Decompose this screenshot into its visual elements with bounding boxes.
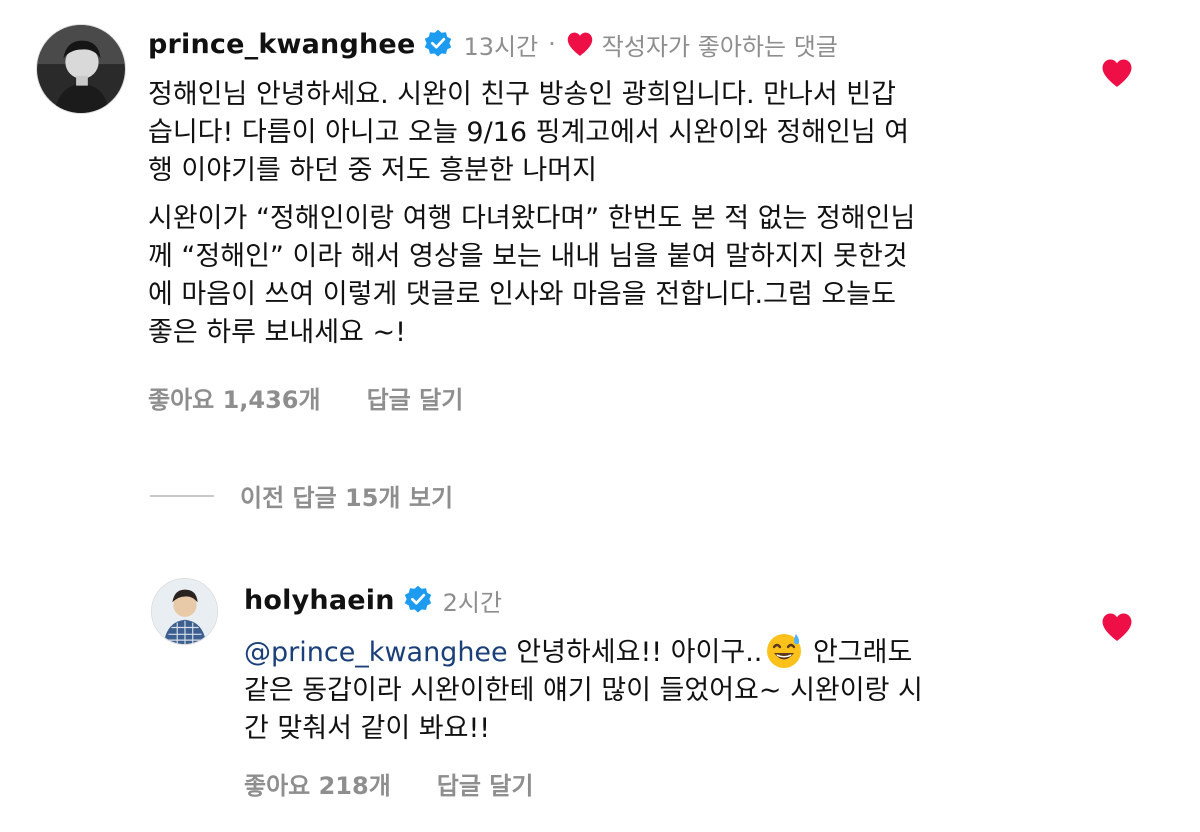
heart-filled-icon: [1102, 613, 1132, 641]
reply-text: @prince_kwanghee 안녕하세요!! 아이구.. 안그래도 같은 동…: [244, 630, 1094, 748]
reply-button[interactable]: 답글 달기: [437, 766, 534, 801]
likes-count-button[interactable]: 좋아요 1,436개: [148, 380, 321, 415]
avatar-photo: [152, 579, 217, 644]
mention-link[interactable]: @prince_kwanghee: [244, 637, 508, 668]
separator-dot: ·: [548, 30, 556, 58]
comment-header: prince_kwanghee 13시간 · 작성자가 좋아하는 댓글: [148, 24, 838, 64]
comment-line: 에 마음이 쓰여 이렇게 댓글로 인사와 마음을 전합니다.그럼 오늘도: [148, 279, 896, 310]
comment-line: 습니다! 다름이 아니고 오늘 9/16 핑계고에서 시완이와 정해인님 여: [148, 117, 910, 148]
avatar[interactable]: [36, 24, 126, 114]
comment-line: 같은 동갑이라 시완이한테 얘기 많이 들었어요~ 시완이랑 시: [244, 675, 923, 706]
comment-time: 2시간: [442, 588, 503, 617]
avatar-photo: [37, 25, 125, 113]
like-button[interactable]: [1100, 612, 1134, 642]
reply-text-part: 안녕하세요!! 아이구..: [507, 637, 763, 668]
comment-line: 간 맞춰서 같이 봐요!!: [244, 713, 491, 744]
comment-text-paragraph-1: 정해인님 안녕하세요. 시완이 친구 방송인 광희입니다. 만나서 빈갑 습니다…: [148, 76, 1048, 190]
view-previous-replies-button[interactable]: 이전 답글 15개 보기: [150, 478, 453, 513]
divider-line: [150, 494, 214, 497]
like-button[interactable]: [1100, 58, 1134, 88]
comment-line: 께 “정해인” 이라 해서 영상을 보는 내내 님을 붙여 말하지지 못한것: [148, 241, 908, 272]
comment-line: 시완이가 “정해인이랑 여행 다녀왔다며” 한번도 본 적 없는 정해인님: [148, 203, 916, 234]
comment-line: 행 이야기를 하던 중 저도 흥분한 나머지: [148, 155, 597, 186]
comment-line: 좋은 하루 보내세요 ~!: [148, 317, 406, 348]
comment-text-paragraph-2: 시완이가 “정해인이랑 여행 다녀왔다며” 한번도 본 적 없는 정해인님 께 …: [148, 200, 1048, 352]
comment-actions: 좋아요 218개 답글 달기: [244, 766, 533, 801]
reply-text-part: 안그래도: [804, 637, 913, 668]
creator-liked-label: 작성자가 좋아하는 댓글: [601, 32, 838, 61]
reply-button[interactable]: 답글 달기: [367, 380, 464, 415]
comment-actions: 좋아요 1,436개 답글 달기: [148, 380, 463, 415]
sweat-smile-emoji-icon: [764, 630, 804, 670]
comment-time: 13시간: [463, 32, 539, 61]
comment-header: holyhaein 2시간: [244, 580, 502, 620]
username[interactable]: prince_kwanghee: [148, 29, 415, 60]
likes-count-button[interactable]: 좋아요 218개: [244, 766, 391, 801]
heart-filled-icon: [566, 31, 594, 57]
avatar[interactable]: [151, 578, 218, 645]
comment-line: 정해인님 안녕하세요. 시완이 친구 방송인 광희입니다. 만나서 빈갑: [148, 79, 896, 110]
comment-line: @prince_kwanghee 안녕하세요!! 아이구.. 안그래도: [244, 630, 1094, 672]
username[interactable]: holyhaein: [244, 585, 395, 616]
view-previous-replies-label: 이전 답글 15개 보기: [240, 484, 454, 512]
heart-filled-icon: [1102, 59, 1132, 87]
verified-badge-icon: [403, 585, 433, 615]
verified-badge-icon: [423, 29, 453, 59]
